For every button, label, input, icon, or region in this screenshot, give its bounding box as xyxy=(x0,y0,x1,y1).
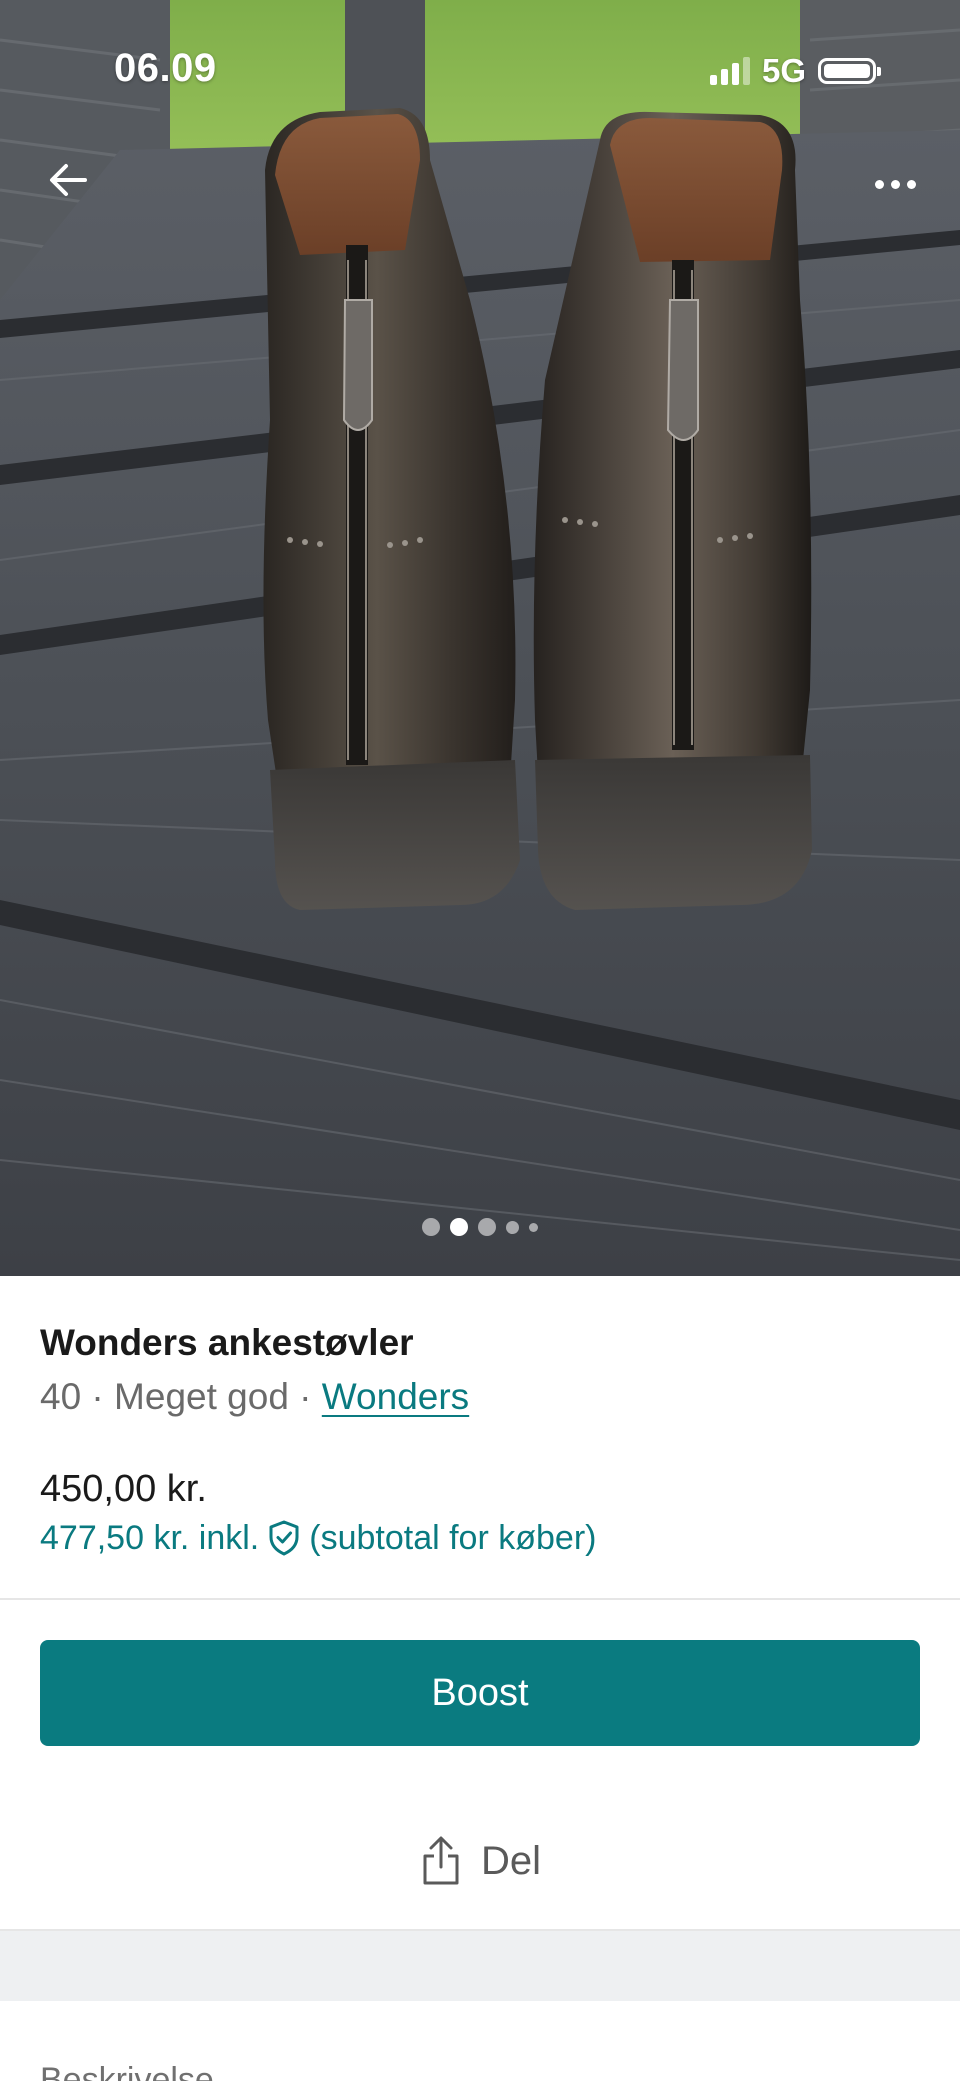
more-horizontal-icon xyxy=(874,179,884,189)
meta-separator: · xyxy=(81,1376,115,1417)
listing-title: Wonders ankestøvler xyxy=(40,1322,414,1363)
size-value: 40 xyxy=(40,1376,82,1417)
listing-header: Wonders ankestøvler 40 · Meget god · Won… xyxy=(40,1316,920,1424)
section-separator xyxy=(0,1931,960,2001)
network-type: 5G xyxy=(761,52,806,89)
arrow-left-icon xyxy=(50,164,87,196)
brand-link[interactable]: Wonders xyxy=(322,1376,469,1417)
boost-button[interactable]: Boost xyxy=(40,1640,920,1746)
status-indicators: 5G xyxy=(709,52,881,90)
pager-dot-active[interactable] xyxy=(450,1218,468,1236)
share-icon xyxy=(423,1836,459,1885)
price-incl-value: 477,50 kr. inkl. xyxy=(40,1519,260,1557)
product-photo xyxy=(0,0,960,1276)
listing-price: 450,00 kr. xyxy=(40,1468,207,1510)
gallery-pager[interactable] xyxy=(0,1218,960,1236)
divider xyxy=(0,1598,960,1600)
listing-meta: 40 · Meget god · Wonders xyxy=(40,1370,920,1424)
pager-dot[interactable] xyxy=(529,1222,538,1232)
condition-value: Meget god xyxy=(114,1376,289,1417)
share-button[interactable]: Del xyxy=(40,1808,920,1914)
pager-dot[interactable] xyxy=(506,1220,519,1234)
back-button[interactable] xyxy=(38,150,98,210)
status-time: 06.09 xyxy=(114,46,217,90)
listing-page: 06.09 5G Wonders ankestøvler 40 · Meget … xyxy=(0,0,960,2081)
buyer-total-link[interactable]: 477,50 kr. inkl. (subtotal for køber) xyxy=(40,1512,596,1564)
more-options-button[interactable] xyxy=(860,156,930,212)
signal-bars-icon xyxy=(709,57,750,85)
shield-check-icon xyxy=(267,1519,301,1557)
price-incl-note: (subtotal for køber) xyxy=(309,1519,597,1557)
pager-dot[interactable] xyxy=(422,1218,440,1236)
description-heading: Beskrivelse xyxy=(40,2061,214,2081)
share-label: Del xyxy=(480,1838,542,1883)
pager-dot[interactable] xyxy=(478,1218,496,1236)
photo-gallery[interactable]: 06.09 5G xyxy=(0,0,960,1276)
battery-icon xyxy=(818,58,881,84)
meta-separator: · xyxy=(288,1376,322,1417)
